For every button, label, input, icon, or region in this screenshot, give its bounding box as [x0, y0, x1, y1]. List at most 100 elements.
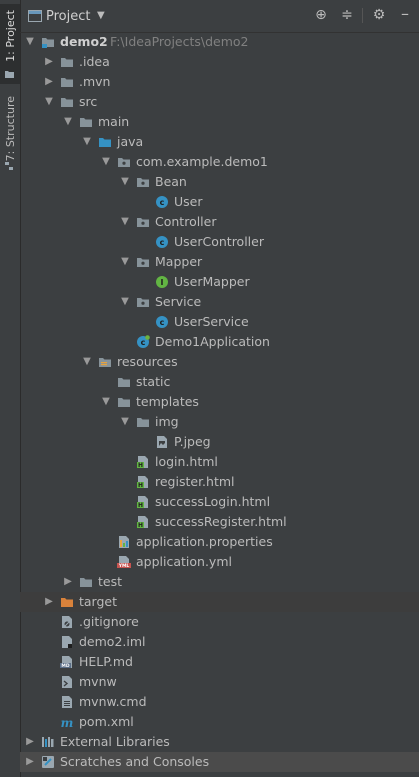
chevron-right-icon[interactable]: ▶ [43, 52, 55, 72]
tree-item[interactable]: ▶ Scratches and Consoles [20, 752, 419, 772]
collapse-all-icon[interactable]: ≑ [338, 6, 356, 24]
html-file-icon: H [137, 456, 148, 469]
tree-item[interactable]: ▶ .idea [20, 52, 419, 72]
tree-item[interactable]: MD HELP.md [20, 652, 419, 672]
chevron-down-icon[interactable]: ▼ [81, 352, 93, 372]
tree-item[interactable]: ▶ target [20, 592, 419, 612]
excluded-folder-icon [61, 598, 73, 607]
tree-item[interactable]: .gitignore [20, 612, 419, 632]
tree-item[interactable]: ▶ .mvn [20, 72, 419, 92]
tree-item[interactable]: c User [20, 192, 419, 212]
tree-item[interactable]: P.jpeg [20, 432, 419, 452]
chevron-down-icon[interactable]: ▼ [119, 172, 131, 192]
chevron-down-icon[interactable]: ▼ [24, 32, 36, 52]
html-file-icon: H [137, 496, 148, 509]
panel-header: Project ▼ ⊕ ≑ ⚙ – [20, 0, 419, 33]
tree-item[interactable]: HsuccessRegister.html [20, 512, 419, 532]
tree-item[interactable]: demo2.iml [20, 632, 419, 652]
tree-item[interactable]: Hlogin.html [20, 452, 419, 472]
tree-item[interactable]: m pom.xml [20, 712, 419, 732]
tree-item[interactable]: c UserService [20, 312, 419, 332]
chevron-down-icon[interactable]: ▼ [119, 252, 131, 272]
tree-item[interactable]: static [20, 372, 419, 392]
tree-item[interactable]: mvnw [20, 672, 419, 692]
tree-item[interactable]: ▼ Mapper [20, 252, 419, 272]
tree-item[interactable]: c UserController [20, 232, 419, 252]
tree-item-label: pom.xml [79, 714, 134, 729]
chevron-down-icon[interactable]: ▼ [43, 92, 55, 112]
tree-item[interactable]: ▼ com.example.demo1 [20, 152, 419, 172]
interface-icon: I [156, 276, 168, 288]
tree-item[interactable]: I UserMapper [20, 272, 419, 292]
chevron-down-icon[interactable]: ▼ [81, 132, 93, 152]
chevron-right-icon[interactable]: ▶ [43, 72, 55, 92]
tree-item[interactable]: ▼ demo2 F:\IdeaProjects\demo2 [20, 32, 419, 52]
chevron-down-icon[interactable]: ▼ [119, 212, 131, 232]
text-file-icon [62, 696, 72, 708]
svg-text:YML: YML [118, 563, 130, 569]
folder-icon [80, 118, 92, 127]
chevron-right-icon[interactable]: ▶ [24, 752, 36, 772]
tree-item[interactable]: HsuccessLogin.html [20, 492, 419, 512]
tab-structure[interactable]: 7: Structure [0, 92, 20, 180]
tree-item-label: External Libraries [60, 734, 170, 749]
tree-item[interactable]: ▼ Bean [20, 172, 419, 192]
html-file-icon: H [137, 516, 148, 529]
tree-item[interactable]: ▼ img [20, 412, 419, 432]
tree-item[interactable]: ▶ External Libraries [20, 732, 419, 752]
svg-text:H: H [138, 462, 143, 469]
chevron-down-icon[interactable]: ▼ [62, 112, 74, 132]
svg-text:H: H [138, 522, 143, 529]
folder-icon [137, 418, 149, 427]
tree-item-label: resources [117, 354, 178, 369]
chevron-down-icon[interactable]: ▼ [119, 292, 131, 312]
source-folder-icon [99, 138, 111, 147]
tree-item[interactable]: ▼ resources [20, 352, 419, 372]
structure-icon [5, 162, 13, 170]
chevron-down-icon[interactable]: ▼ [97, 10, 105, 21]
project-panel: Project ▼ ⊕ ≑ ⚙ – ▼ demo2 F:\IdeaProjects\… [20, 0, 419, 777]
tree-item-label: Bean [155, 174, 187, 189]
folder-icon [5, 71, 14, 78]
tree-item[interactable]: c Demo1Application [20, 332, 419, 352]
svg-text:H: H [138, 502, 143, 509]
tree-item[interactable]: application.properties [20, 532, 419, 552]
tree-item-label: application.yml [136, 554, 232, 569]
chevron-right-icon[interactable]: ▶ [24, 732, 36, 752]
chevron-right-icon[interactable]: ▶ [43, 592, 55, 612]
tree-item[interactable]: ▶ test [20, 572, 419, 592]
package-icon [118, 158, 130, 167]
tree-item[interactable]: ▼ Controller [20, 212, 419, 232]
panel-title[interactable]: Project [46, 9, 90, 24]
gear-icon[interactable]: ⚙ [370, 6, 388, 24]
tree-item[interactable]: mvnw.cmd [20, 692, 419, 712]
tree-item[interactable]: ▼ templates [20, 392, 419, 412]
tree-item-label: mvnw [79, 674, 117, 689]
target-icon[interactable]: ⊕ [312, 6, 330, 24]
tree-item-label: demo2 [60, 34, 108, 49]
tree-item[interactable]: ▼ java [20, 132, 419, 152]
tree-item-label: Controller [155, 214, 217, 229]
tree-item[interactable]: ▼ src [20, 92, 419, 112]
iml-file-icon [62, 636, 72, 648]
tree-item-label: templates [136, 394, 199, 409]
chevron-down-icon[interactable]: ▼ [119, 412, 131, 432]
tree-item[interactable]: YML application.yml [20, 552, 419, 572]
tree-item-label: UserService [174, 314, 249, 329]
hide-icon[interactable]: – [396, 6, 414, 24]
tree-item[interactable]: ▼ Service [20, 292, 419, 312]
tree-item[interactable]: Hregister.html [20, 472, 419, 492]
chevron-right-icon[interactable]: ▶ [62, 572, 74, 592]
tree-item-label: static [136, 374, 171, 389]
svg-text:m: m [61, 716, 74, 729]
chevron-down-icon[interactable]: ▼ [100, 152, 112, 172]
svg-text:c: c [160, 238, 165, 247]
tree-item-label: Demo1Application [155, 334, 270, 349]
chevron-down-icon[interactable]: ▼ [100, 392, 112, 412]
tree-item[interactable]: ▼ main [20, 112, 419, 132]
module-folder-icon [42, 38, 54, 48]
image-file-icon [157, 436, 167, 448]
class-icon: c [156, 236, 168, 248]
tree-item-label: P.jpeg [174, 434, 211, 449]
tab-project[interactable]: 1: Project [0, 4, 20, 84]
